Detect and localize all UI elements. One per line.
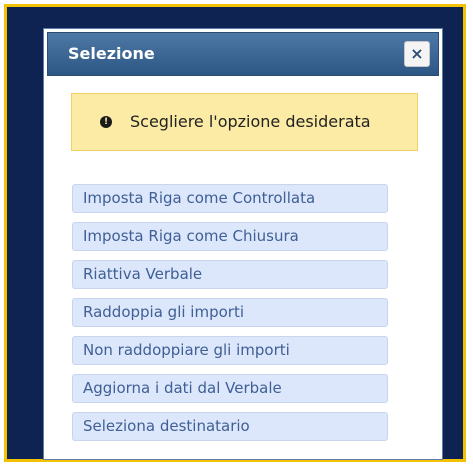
option-non-raddoppiare-importi[interactable]: Non raddoppiare gli importi bbox=[72, 336, 388, 365]
info-alert: ! Scegliere l'opzione desiderata bbox=[71, 93, 418, 151]
exclamation-icon: ! bbox=[100, 116, 112, 128]
option-imposta-riga-controllata[interactable]: Imposta Riga come Controllata bbox=[72, 184, 388, 213]
option-aggiorna-dati-verbale[interactable]: Aggiorna i dati dal Verbale bbox=[72, 374, 388, 403]
option-imposta-riga-chiusura[interactable]: Imposta Riga come Chiusura bbox=[72, 222, 388, 251]
bottom-strip bbox=[0, 462, 473, 470]
options-list: Imposta Riga come Controllata Imposta Ri… bbox=[72, 184, 392, 450]
close-icon: × bbox=[410, 44, 424, 63]
option-seleziona-destinatario[interactable]: Seleziona destinatario bbox=[72, 412, 388, 441]
option-riattiva-verbale[interactable]: Riattiva Verbale bbox=[72, 260, 388, 289]
alert-text: Scegliere l'opzione desiderata bbox=[130, 112, 371, 131]
option-raddoppia-importi[interactable]: Raddoppia gli importi bbox=[72, 298, 388, 327]
dialog-title: Selezione bbox=[68, 44, 155, 63]
close-button[interactable]: × bbox=[404, 41, 430, 67]
selection-dialog: Selezione × ! Scegliere l'opzione deside… bbox=[43, 28, 443, 460]
dialog-titlebar: Selezione × bbox=[47, 32, 439, 76]
